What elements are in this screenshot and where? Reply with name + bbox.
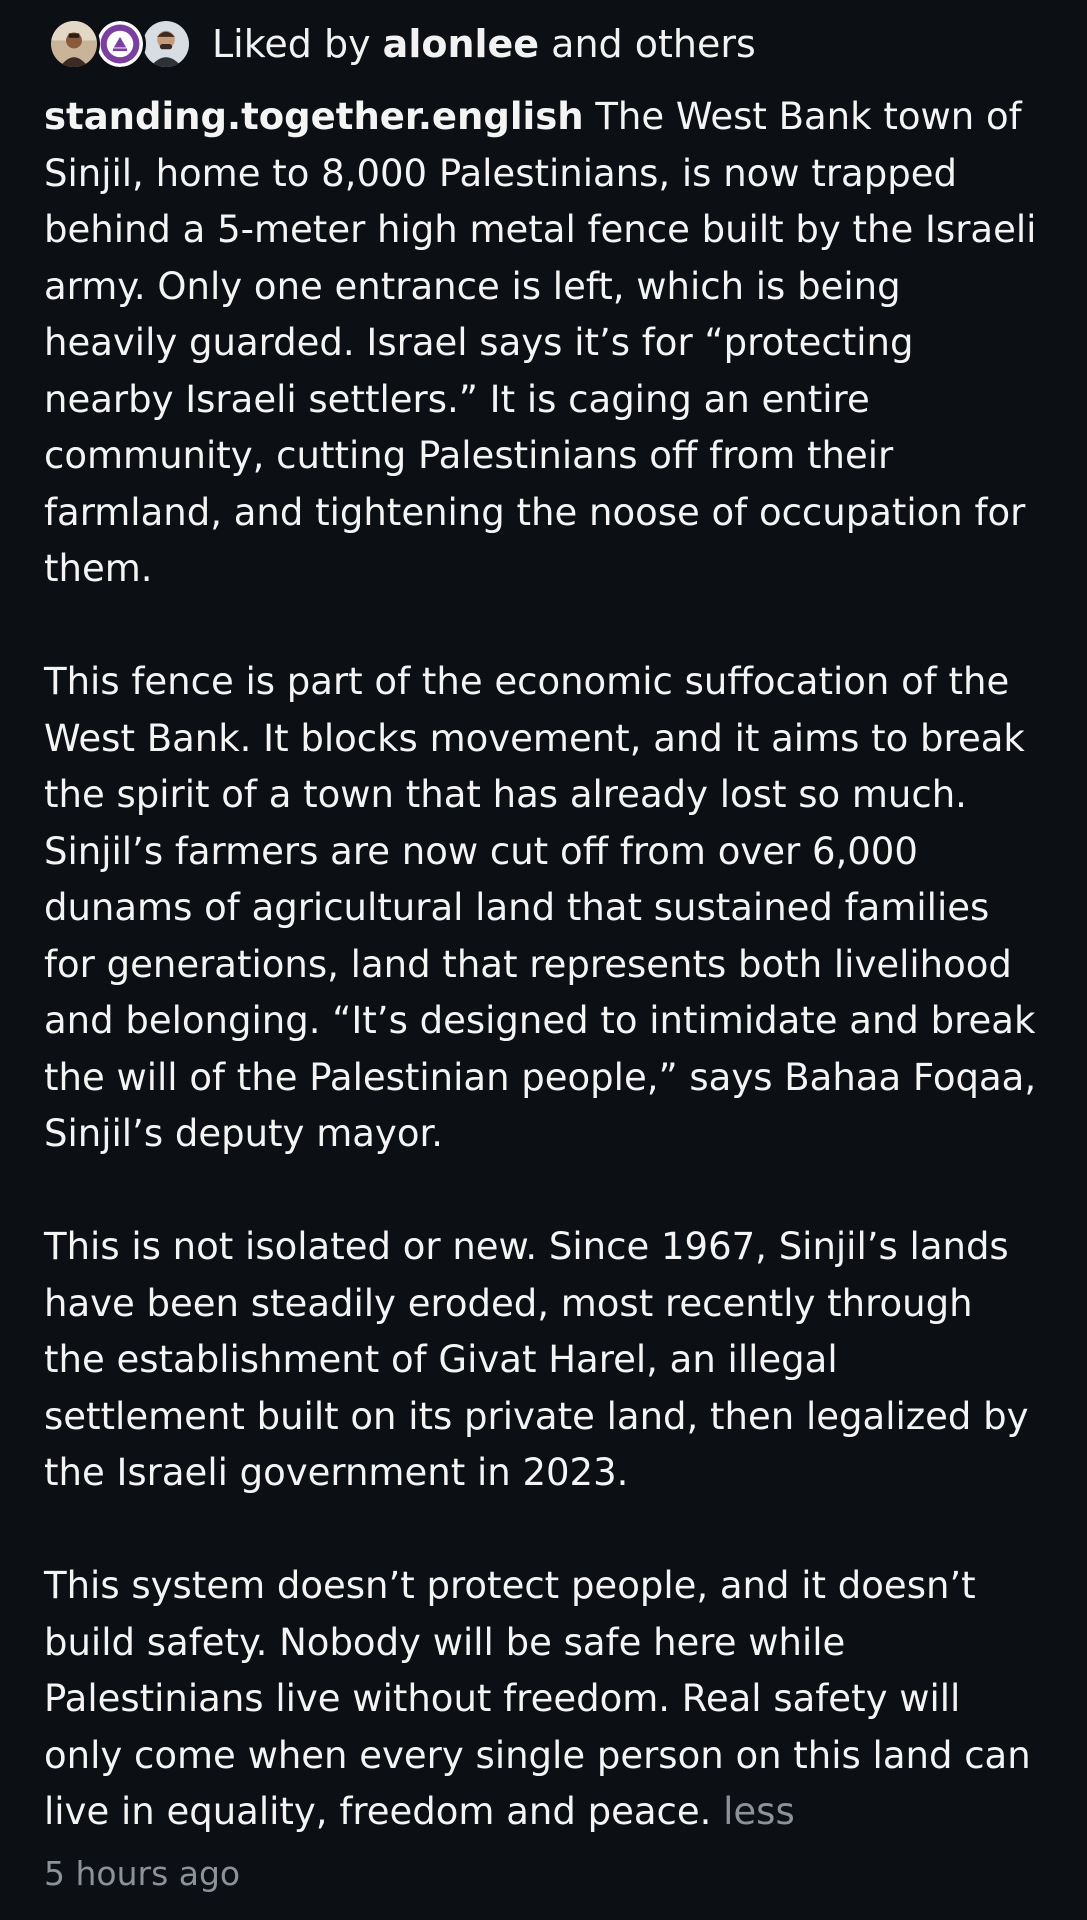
post-caption: standing.together.english The West Bank … bbox=[44, 89, 1044, 1841]
liked-by-prefix: Liked by bbox=[212, 22, 371, 66]
liker-username[interactable]: alonlee bbox=[383, 22, 539, 66]
liked-by-row[interactable]: Liked by alonlee and others bbox=[48, 14, 756, 74]
post-timestamp: 5 hours ago bbox=[44, 1854, 241, 1893]
liked-by-suffix[interactable]: and others bbox=[551, 22, 756, 66]
less-link[interactable]: less bbox=[723, 1790, 795, 1833]
caption-text: This system doesn’t protect people, and … bbox=[44, 1564, 1031, 1833]
liked-by-text[interactable]: Liked by alonlee and others bbox=[212, 14, 756, 74]
standing-together-logo-icon bbox=[97, 21, 143, 67]
author-username[interactable]: standing.together.english bbox=[44, 95, 584, 138]
caption-paragraph: standing.together.english The West Bank … bbox=[44, 89, 1044, 598]
person-photo-icon bbox=[51, 21, 97, 67]
caption-text: This fence is part of the economic suffo… bbox=[44, 660, 1037, 1155]
caption-text: This is not isolated or new. Since 1967,… bbox=[44, 1225, 1029, 1494]
person-photo-icon bbox=[143, 21, 189, 67]
caption-paragraph: This is not isolated or new. Since 1967,… bbox=[44, 1219, 1044, 1502]
avatar[interactable] bbox=[94, 18, 146, 70]
avatar[interactable] bbox=[48, 18, 100, 70]
caption-paragraph: This fence is part of the economic suffo… bbox=[44, 654, 1044, 1163]
caption-text: The West Bank town of Sinjil, home to 8,… bbox=[44, 95, 1037, 590]
avatar[interactable] bbox=[140, 18, 192, 70]
caption-paragraph: This system doesn’t protect people, and … bbox=[44, 1558, 1044, 1841]
liker-avatars[interactable] bbox=[48, 14, 192, 74]
